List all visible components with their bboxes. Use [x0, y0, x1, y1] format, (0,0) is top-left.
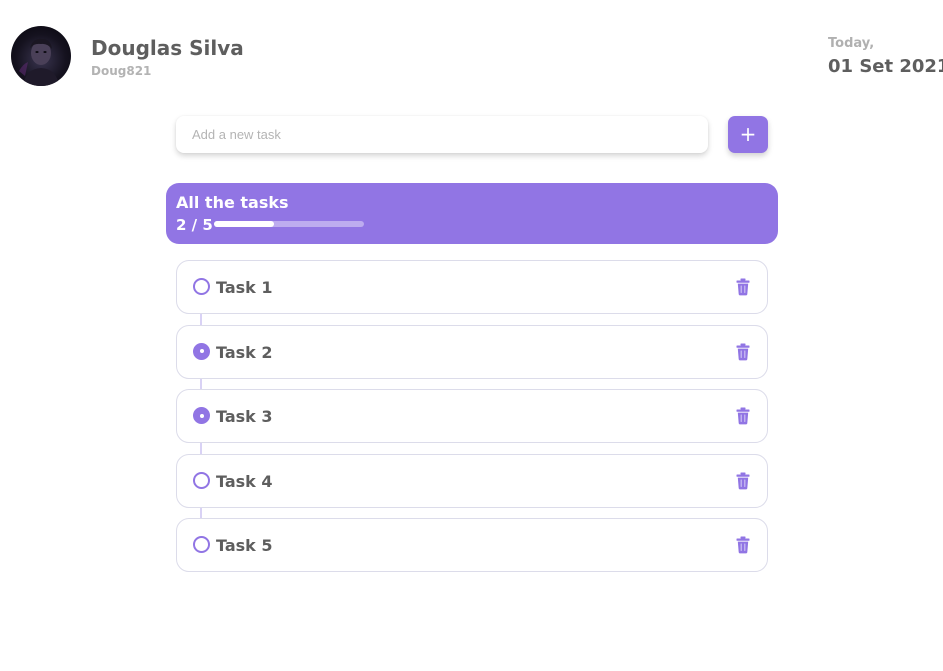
user-name: Douglas Silva [91, 36, 244, 60]
task-item[interactable]: Task 4 [176, 453, 768, 508]
new-task-input[interactable] [176, 116, 708, 153]
trash-icon[interactable] [733, 277, 753, 297]
progress-bar [214, 221, 364, 227]
task-connector-line [200, 507, 202, 518]
summary-title: All the tasks [176, 193, 289, 212]
tasks-summary-banner: All the tasks 2 / 5 [166, 183, 778, 244]
summary-count: 2 / 5 [176, 216, 213, 234]
trash-icon[interactable] [733, 535, 753, 555]
date-label: Today, [828, 36, 875, 51]
checked-circle-icon[interactable] [193, 342, 210, 360]
task-connector-line [200, 443, 202, 454]
date-value: 01 Set 2021 [828, 56, 943, 77]
checked-circle-icon[interactable] [193, 407, 210, 424]
task-item[interactable]: Task 3 [176, 389, 768, 443]
user-photo-icon [19, 38, 59, 86]
todo-app: Douglas Silva Doug821 Today, 01 Set 2021… [0, 0, 943, 671]
task-label: Task 4 [216, 471, 273, 491]
task-label: Task 1 [216, 278, 273, 297]
task-label: Task 5 [216, 536, 273, 555]
trash-icon[interactable] [733, 471, 753, 491]
task-label: Task 2 [216, 342, 273, 362]
trash-icon[interactable] [733, 342, 753, 362]
avatar [11, 26, 71, 86]
trash-icon[interactable] [733, 406, 753, 426]
unchecked-circle-icon[interactable] [193, 536, 210, 553]
task-item[interactable]: Task 5 [176, 518, 768, 572]
task-connector-line [200, 378, 202, 389]
unchecked-circle-icon[interactable] [193, 471, 210, 489]
user-handle: Doug821 [91, 64, 152, 78]
task-connector-line [200, 314, 202, 325]
task-label: Task 3 [216, 407, 273, 426]
task-item[interactable]: Task 2 [176, 324, 768, 379]
progress-bar-fill [214, 221, 274, 227]
task-item[interactable]: Task 1 [176, 260, 768, 314]
add-task-button[interactable]: + [728, 116, 768, 153]
unchecked-circle-icon[interactable] [193, 278, 210, 295]
